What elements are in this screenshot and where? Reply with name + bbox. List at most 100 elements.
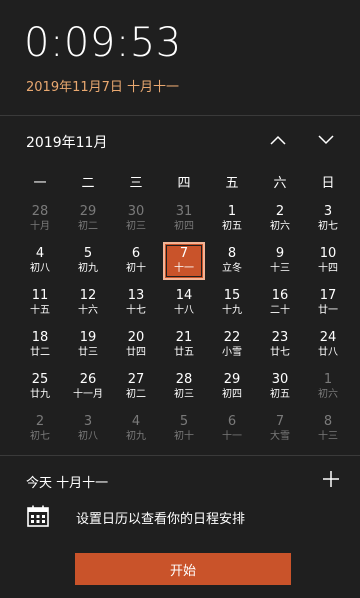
- day-number: 1: [323, 372, 333, 387]
- day-number: 6: [131, 246, 141, 261]
- day-number: 8: [323, 414, 333, 429]
- lunar-date: 小雪: [222, 347, 242, 358]
- day-cell[interactable]: 14 十八: [160, 282, 208, 324]
- day-number: 26: [79, 372, 97, 387]
- day-cell[interactable]: 3 初八: [64, 408, 112, 450]
- calendar-icon: [27, 505, 49, 527]
- day-cell[interactable]: 31 初四: [160, 198, 208, 240]
- day-cell[interactable]: 24 廿八: [304, 324, 352, 366]
- day-cell[interactable]: 21 廿五: [160, 324, 208, 366]
- lunar-date: 立冬: [222, 263, 242, 274]
- day-cell[interactable]: 13 十七: [112, 282, 160, 324]
- day-cell[interactable]: 28 十月: [16, 198, 64, 240]
- day-cell[interactable]: 20 廿四: [112, 324, 160, 366]
- day-cell[interactable]: 6 十一: [208, 408, 256, 450]
- day-cell[interactable]: 30 初五: [256, 366, 304, 408]
- lunar-date: 初十: [174, 431, 194, 442]
- day-number: 18: [31, 330, 49, 345]
- day-cell[interactable]: 5 初十: [160, 408, 208, 450]
- day-cell-today[interactable]: 7 十一: [160, 240, 208, 282]
- start-button[interactable]: 开始: [75, 553, 291, 585]
- day-cell[interactable]: 11 十五: [16, 282, 64, 324]
- day-cell[interactable]: 16 二十: [256, 282, 304, 324]
- month-title[interactable]: 2019年11月: [26, 132, 107, 152]
- weekday-label: 一: [33, 176, 47, 191]
- lunar-date: 初四: [222, 389, 242, 400]
- day-number: 16: [271, 288, 289, 303]
- weekday-label: 五: [225, 176, 239, 191]
- day-cell[interactable]: 2 初七: [16, 408, 64, 450]
- day-cell[interactable]: 26 十一月: [64, 366, 112, 408]
- day-cell[interactable]: 22 小雪: [208, 324, 256, 366]
- day-number: 7: [275, 414, 285, 429]
- setup-calendar-text: 设置日历以查看你的日程安排: [76, 512, 246, 527]
- lunar-date: 十三: [318, 431, 338, 442]
- day-cell[interactable]: 1 初五: [208, 198, 256, 240]
- day-cell[interactable]: 8 立冬: [208, 240, 256, 282]
- lunar-date: 十五: [30, 305, 50, 316]
- lunar-date: 廿一: [318, 305, 338, 316]
- weekday-label: 二: [81, 176, 95, 191]
- full-date-link[interactable]: 2019年11月7日 十月十一: [26, 76, 179, 95]
- day-cell[interactable]: 7 大雪: [256, 408, 304, 450]
- lunar-date: 廿七: [270, 347, 290, 358]
- day-number: 25: [31, 372, 49, 387]
- lunar-date: 初八: [78, 431, 98, 442]
- day-cell[interactable]: 30 初三: [112, 198, 160, 240]
- lunar-date: 廿二: [30, 347, 50, 358]
- day-number: 20: [127, 330, 145, 345]
- lunar-date: 十八: [174, 305, 194, 316]
- day-number: 17: [319, 288, 337, 303]
- day-cell[interactable]: 19 廿三: [64, 324, 112, 366]
- day-cell[interactable]: 15 十九: [208, 282, 256, 324]
- day-cell[interactable]: 2 初六: [256, 198, 304, 240]
- next-month-button[interactable]: [314, 128, 338, 152]
- day-number: 11: [31, 288, 49, 303]
- day-number: 7: [179, 246, 189, 261]
- day-number: 1: [227, 204, 237, 219]
- day-number: 12: [79, 288, 97, 303]
- day-cell[interactable]: 5 初九: [64, 240, 112, 282]
- day-cell[interactable]: 18 廿二: [16, 324, 64, 366]
- lunar-date: 十一: [222, 431, 242, 442]
- lunar-date: 初四: [174, 221, 194, 232]
- day-cell[interactable]: 25 廿九: [16, 366, 64, 408]
- day-cell[interactable]: 4 初九: [112, 408, 160, 450]
- divider-top: [0, 115, 360, 116]
- chevron-up-icon: [270, 135, 286, 145]
- day-cell[interactable]: 8 十三: [304, 408, 352, 450]
- day-cell[interactable]: 10 十四: [304, 240, 352, 282]
- chevron-down-icon: [318, 135, 334, 145]
- day-cell[interactable]: 12 十六: [64, 282, 112, 324]
- prev-month-button[interactable]: [266, 128, 290, 152]
- day-number: 22: [223, 330, 241, 345]
- lunar-date: 初九: [78, 263, 98, 274]
- day-number: 5: [179, 414, 189, 429]
- plus-icon[interactable]: [320, 468, 342, 490]
- day-cell[interactable]: 17 廿一: [304, 282, 352, 324]
- lunar-date: 初五: [270, 389, 290, 400]
- lunar-date: 廿五: [174, 347, 194, 358]
- day-cell[interactable]: 6 初十: [112, 240, 160, 282]
- day-cell[interactable]: 3 初七: [304, 198, 352, 240]
- day-cell[interactable]: 29 初四: [208, 366, 256, 408]
- lunar-date: 十九: [222, 305, 242, 316]
- day-cell[interactable]: 9 十三: [256, 240, 304, 282]
- lunar-date: 廿四: [126, 347, 146, 358]
- day-cell[interactable]: 27 初二: [112, 366, 160, 408]
- lunar-date: 大雪: [270, 431, 290, 442]
- lunar-date: 初三: [174, 389, 194, 400]
- weekday-label: 三: [129, 176, 143, 191]
- day-number: 6: [227, 414, 237, 429]
- day-cell[interactable]: 4 初八: [16, 240, 64, 282]
- day-cell[interactable]: 29 初二: [64, 198, 112, 240]
- day-cell[interactable]: 1 初六: [304, 366, 352, 408]
- lunar-date: 初十: [126, 263, 146, 274]
- day-cell[interactable]: 28 初三: [160, 366, 208, 408]
- lunar-date: 十四: [318, 263, 338, 274]
- day-number: 30: [127, 204, 145, 219]
- day-cell[interactable]: 23 廿七: [256, 324, 304, 366]
- lunar-date: 十六: [78, 305, 98, 316]
- lunar-date: 十一月: [73, 389, 103, 400]
- lunar-date: 十月: [30, 221, 50, 232]
